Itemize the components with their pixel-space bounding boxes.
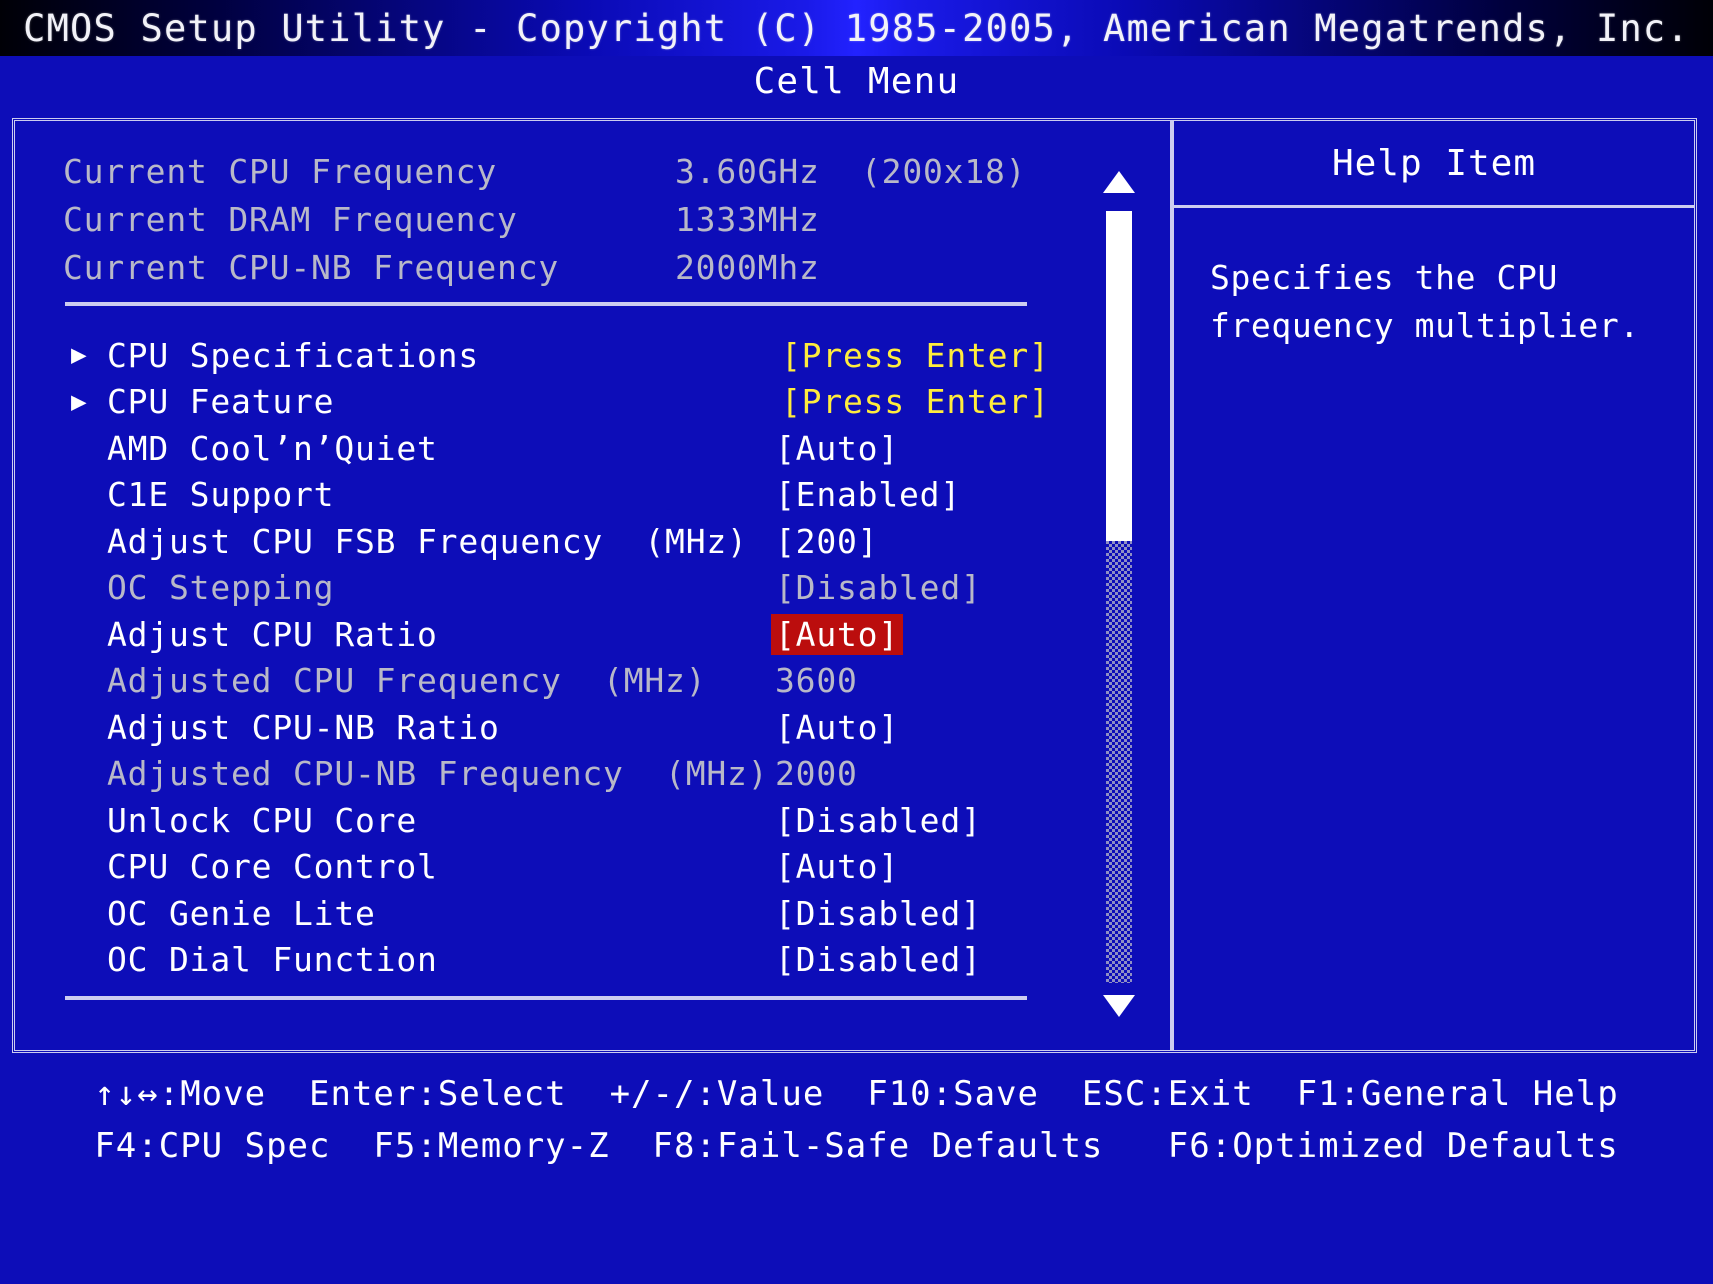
option-row-cpu-feature[interactable]: ▶ CPU Feature [Press Enter]	[63, 379, 1083, 426]
info-label: Current CPU Frequency	[63, 151, 498, 191]
option-value[interactable]: [Press Enter]	[781, 382, 1050, 421]
option-row-cpu-specifications[interactable]: ▶ CPU Specifications [Press Enter]	[63, 332, 1083, 379]
option-row-amd-coolnquiet[interactable]: AMD Cool’n’Quiet [Auto]	[63, 425, 1083, 472]
settings-pane: Current CPU Frequency 3.60GHz (200x18) C…	[15, 121, 1170, 1050]
help-text-line: frequency multiplier.	[1210, 306, 1640, 345]
option-label: OC Dial Function	[107, 940, 438, 980]
option-label: CPU Feature	[107, 382, 335, 422]
option-label: CPU Core Control	[107, 847, 438, 887]
footer-keybindings: ↑↓↔:Move Enter:Select +/-/:Value F10:Sav…	[0, 1068, 1713, 1172]
scroll-up-arrow-icon[interactable]	[1103, 171, 1135, 197]
menu-name-bar: Cell Menu	[0, 56, 1713, 106]
footer-line-2: F4:CPU Spec F5:Memory-Z F8:Fail-Safe Def…	[94, 1126, 1619, 1166]
option-label: OC Genie Lite	[107, 893, 376, 933]
option-value[interactable]: [Disabled]	[775, 940, 982, 979]
option-row-oc-stepping: OC Stepping [Disabled]	[63, 565, 1083, 612]
option-value[interactable]: [Disabled]	[775, 894, 982, 933]
help-title: Help Item	[1331, 142, 1537, 184]
info-row: Current CPU Frequency 3.60GHz (200x18)	[63, 147, 1083, 195]
option-label: AMD Cool’n’Quiet	[107, 428, 438, 468]
help-text-line: Specifies the CPU	[1210, 258, 1558, 297]
main-frame: Current CPU Frequency 3.60GHz (200x18) C…	[12, 118, 1697, 1053]
option-value[interactable]: [Press Enter]	[781, 336, 1050, 375]
info-label: Current CPU-NB Frequency	[63, 247, 560, 287]
option-row-cpu-core-control[interactable]: CPU Core Control [Auto]	[63, 844, 1083, 891]
option-label: Adjusted CPU Frequency (MHz)	[107, 661, 707, 701]
info-value: 1333MHz	[675, 199, 820, 239]
option-row-adjust-cpu-ratio[interactable]: Adjust CPU Ratio [Auto]	[63, 611, 1083, 658]
scrollbar-thumb[interactable]	[1106, 211, 1132, 541]
option-value[interactable]: [Disabled]	[775, 801, 982, 840]
option-row-adjusted-cpu-nb-frequency: Adjusted CPU-NB Frequency (MHz) 2000	[63, 751, 1083, 798]
submenu-arrow-icon: ▶	[71, 386, 87, 417]
option-value: 2000	[775, 754, 858, 794]
title-bar: CMOS Setup Utility - Copyright (C) 1985-…	[0, 0, 1713, 56]
option-row-unlock-cpu-core[interactable]: Unlock CPU Core [Disabled]	[63, 797, 1083, 844]
option-label: Adjusted CPU-NB Frequency (MHz)	[107, 754, 769, 794]
option-label: Unlock CPU Core	[107, 800, 418, 840]
scrollbar[interactable]	[1099, 149, 1139, 1027]
info-value: 3.60GHz (200x18)	[675, 151, 1027, 191]
info-label: Current DRAM Frequency	[63, 199, 518, 239]
option-value[interactable]: [Auto]	[775, 429, 899, 468]
option-label: C1E Support	[107, 475, 335, 515]
footer-line-1: ↑↓↔:Move Enter:Select +/-/:Value F10:Sav…	[94, 1074, 1619, 1114]
option-value[interactable]: [200]	[775, 522, 878, 561]
option-row-adjust-cpu-nb-ratio[interactable]: Adjust CPU-NB Ratio [Auto]	[63, 704, 1083, 751]
option-row-adjust-cpu-fsb-frequency[interactable]: Adjust CPU FSB Frequency (MHz) [200]	[63, 518, 1083, 565]
option-label: Adjust CPU Ratio	[107, 614, 438, 654]
info-row: Current DRAM Frequency 1333MHz	[63, 195, 1083, 243]
option-row-oc-dial-function[interactable]: OC Dial Function [Disabled]	[63, 937, 1083, 984]
scroll-down-arrow-icon[interactable]	[1103, 995, 1135, 1021]
option-row-oc-genie-lite[interactable]: OC Genie Lite [Disabled]	[63, 890, 1083, 937]
option-rows: ▶ CPU Specifications [Press Enter] ▶ CPU…	[63, 332, 1083, 983]
bios-screen: CMOS Setup Utility - Copyright (C) 1985-…	[0, 0, 1713, 1284]
help-title-bar: Help Item	[1174, 121, 1694, 205]
help-pane: Help Item Specifies the CPU frequency mu…	[1174, 121, 1694, 1050]
info-rows: Current CPU Frequency 3.60GHz (200x18) C…	[63, 147, 1083, 291]
option-value: [Disabled]	[775, 568, 982, 608]
submenu-arrow-icon: ▶	[71, 340, 87, 371]
section-divider-bottom	[65, 996, 1027, 1000]
utility-title: CMOS Setup Utility - Copyright (C) 1985-…	[23, 6, 1690, 50]
option-value: 3600	[775, 661, 858, 701]
option-value[interactable]: [Auto]	[775, 708, 899, 747]
info-row: Current CPU-NB Frequency 2000Mhz	[63, 243, 1083, 291]
option-label: CPU Specifications	[107, 335, 480, 375]
option-value[interactable]: [Enabled]	[775, 475, 961, 514]
option-label: Adjust CPU-NB Ratio	[107, 707, 500, 747]
option-label: OC Stepping	[107, 568, 335, 608]
section-divider-top	[65, 302, 1027, 306]
option-label: Adjust CPU FSB Frequency (MHz)	[107, 521, 748, 561]
help-body: Specifies the CPU frequency multiplier.	[1174, 208, 1694, 350]
menu-title: Cell Menu	[753, 60, 960, 102]
info-value: 2000Mhz	[675, 247, 820, 287]
option-value[interactable]: [Auto]	[775, 847, 899, 886]
option-row-c1e-support[interactable]: C1E Support [Enabled]	[63, 472, 1083, 519]
option-value-selected[interactable]: [Auto]	[771, 613, 904, 655]
option-row-adjusted-cpu-frequency: Adjusted CPU Frequency (MHz) 3600	[63, 658, 1083, 705]
